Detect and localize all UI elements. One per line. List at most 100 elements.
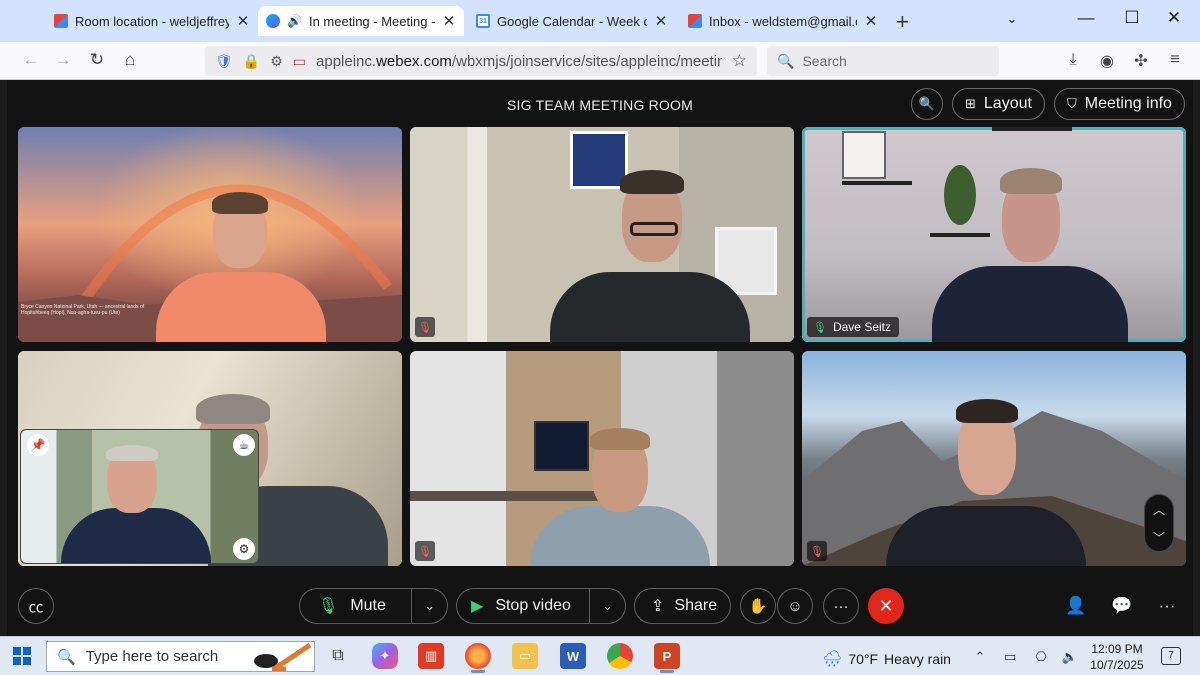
- address-bar[interactable]: 🛡 🔒 ⚙ ▭ appleinc.webex.com/wbxmjs/joinse…: [205, 46, 757, 76]
- pin-icon[interactable]: 📌: [27, 434, 49, 456]
- speaker-icon[interactable]: 🔊: [287, 14, 302, 28]
- meeting-info-button[interactable]: ⛉ Meeting info: [1054, 88, 1185, 120]
- share-button[interactable]: ⇪ Share: [634, 588, 731, 624]
- minimize-icon[interactable]: —: [1074, 8, 1098, 28]
- chevron-down-icon[interactable]: ⌄: [589, 589, 625, 623]
- captions-button[interactable]: ㏄: [18, 588, 54, 624]
- volume-icon[interactable]: 🔈: [1060, 649, 1080, 665]
- stop-video-button[interactable]: ▶ Stop video: [457, 589, 589, 623]
- battery-icon[interactable]: ▭: [1000, 649, 1020, 665]
- close-tab-icon[interactable]: ✕: [236, 12, 250, 30]
- tab-inbox[interactable]: Inbox - weldstem@gmail.com - ✕: [680, 6, 886, 36]
- weather-desc: Heavy rain: [884, 651, 951, 667]
- menu-icon[interactable]: ≡: [1164, 51, 1186, 69]
- maximize-icon[interactable]: ☐: [1120, 8, 1144, 28]
- permissions-icon[interactable]: ⚙: [270, 53, 283, 70]
- clock-time: 12:09 PM: [1091, 642, 1143, 656]
- tab-webex-meeting[interactable]: 🔊 In meeting - Meeting - Webe ✕: [258, 6, 464, 36]
- taskbar-search-input[interactable]: 🔍 Type here to search: [46, 641, 315, 672]
- tab-list-chevron-icon[interactable]: ⌄: [1000, 11, 1024, 27]
- magnifier-icon: 🔍: [918, 96, 936, 111]
- close-tab-icon[interactable]: ✕: [654, 12, 668, 30]
- chat-icon[interactable]: 💬: [1110, 596, 1134, 616]
- camera-sharing-icon[interactable]: ▭: [293, 53, 306, 70]
- tab-google-calendar[interactable]: 31 Google Calendar - Week of Oct ✕: [468, 6, 676, 36]
- closed-captions-icon: ㏄: [28, 598, 44, 616]
- shield-icon[interactable]: 🛡: [215, 53, 233, 70]
- windows-start-icon[interactable]: [13, 647, 31, 665]
- mute-label: Mute: [350, 597, 386, 614]
- chevron-down-icon[interactable]: ⌄: [411, 589, 447, 623]
- more-options-button[interactable]: ···: [823, 588, 859, 624]
- shelf: [992, 127, 1072, 131]
- back-icon[interactable]: ←: [20, 50, 42, 70]
- shelf: [842, 181, 912, 185]
- more-dots-icon: ···: [833, 597, 849, 615]
- participants-icon[interactable]: 👤: [1064, 596, 1088, 616]
- show-hidden-icons-icon[interactable]: ⌃: [970, 649, 990, 665]
- reactions-button[interactable]: ☺: [777, 588, 813, 624]
- close-window-icon[interactable]: ✕: [1162, 8, 1186, 28]
- extensions-icon[interactable]: ✣: [1130, 51, 1152, 71]
- close-tab-icon[interactable]: ✕: [442, 12, 456, 30]
- video-tile-6[interactable]: 🎙: [802, 351, 1186, 566]
- wall-frame: [842, 131, 886, 179]
- raise-hand-button[interactable]: ✋: [740, 588, 776, 624]
- notification-center-icon[interactable]: 7: [1161, 647, 1181, 665]
- weather-widget[interactable]: 🌧 70°F Heavy rain: [822, 649, 951, 669]
- search-icon: 🔍: [57, 648, 76, 666]
- new-tab-icon[interactable]: +: [896, 9, 909, 35]
- home-icon[interactable]: ⌂: [119, 50, 141, 70]
- url-path: /wbxmjs/joinservice/sites/appleinc/meeti…: [451, 52, 722, 70]
- layout-button[interactable]: ⊞ Layout: [952, 88, 1045, 120]
- tab-title: Inbox - weldstem@gmail.com -: [709, 13, 857, 29]
- lock-icon[interactable]: 🔒: [243, 53, 260, 70]
- chrome-icon[interactable]: [607, 643, 633, 669]
- word-icon[interactable]: W: [560, 643, 586, 669]
- downloads-icon[interactable]: ⤓: [1062, 51, 1084, 69]
- chevron-up-icon[interactable]: ︿: [1153, 501, 1165, 518]
- video-tile-5[interactable]: 🎙: [410, 351, 794, 566]
- video-tile-active-speaker[interactable]: 🎙 Dave Seitz: [802, 127, 1186, 342]
- active-mic-icon: 🎙: [813, 321, 827, 334]
- chevron-down-icon[interactable]: ﹀: [1153, 529, 1165, 546]
- settings-gear-icon[interactable]: ⚙: [233, 538, 255, 560]
- network-icon[interactable]: ⎔: [1031, 649, 1051, 665]
- browser-tab-bar: Room location - weldjeffrey@gm ✕ 🔊 In me…: [0, 0, 1200, 42]
- firefox-icon[interactable]: [465, 643, 491, 673]
- copilot-icon[interactable]: ✦: [372, 643, 398, 669]
- windows-taskbar: 🔍 Type here to search ⧉ ✦ ▥ ▭ W P 🌧 70°F…: [0, 636, 1200, 675]
- gallery-scroll-control[interactable]: ︿ ﹀: [1144, 494, 1174, 552]
- close-tab-icon[interactable]: ✕: [864, 12, 878, 30]
- effects-icon[interactable]: ☕: [233, 434, 255, 456]
- mute-control[interactable]: 🎙 Mute ⌄: [299, 588, 448, 624]
- powerpoint-icon[interactable]: P: [654, 643, 680, 673]
- account-icon[interactable]: ◉: [1096, 51, 1118, 71]
- bookmark-star-icon[interactable]: ☆: [732, 51, 747, 71]
- share-label: Share: [674, 597, 718, 614]
- zoom-button[interactable]: 🔍: [911, 88, 943, 120]
- file-explorer-icon[interactable]: ▭: [512, 643, 538, 669]
- app-red-icon[interactable]: ▥: [418, 643, 444, 669]
- tab-title: Room location - weldjeffrey@gm: [75, 13, 229, 29]
- webex-meeting-area: SIG TEAM MEETING ROOM 🔍 ⊞ Layout ⛉ Meeti…: [7, 80, 1193, 636]
- video-control[interactable]: ▶ Stop video ⌄: [456, 588, 626, 624]
- video-tile-2[interactable]: 🎙: [410, 127, 794, 342]
- tab-title: Google Calendar - Week of Oct: [497, 13, 647, 29]
- self-view[interactable]: 📌 ☕ ⚙: [20, 429, 259, 564]
- more-dots-icon[interactable]: ···: [1155, 596, 1179, 616]
- video-tile-1[interactable]: Bryce Canyon National Park, Utah — ances…: [18, 127, 402, 342]
- task-view-icon[interactable]: ⧉: [325, 643, 351, 669]
- tab-title: In meeting - Meeting - Webe: [308, 13, 435, 29]
- tab-room-location[interactable]: Room location - weldjeffrey@gm ✕: [46, 6, 258, 36]
- background-caption: Bryce Canyon National Park, Utah — ances…: [21, 304, 145, 316]
- share-screen-icon: ⇪: [651, 598, 665, 615]
- search-input[interactable]: 🔍 Search: [767, 46, 999, 76]
- speaker-name: Dave Seitz: [832, 320, 891, 334]
- reload-icon[interactable]: ↻: [86, 50, 108, 70]
- mute-button[interactable]: 🎙 Mute: [300, 589, 411, 623]
- system-clock[interactable]: 12:09 PM 10/7/2025: [1084, 641, 1150, 673]
- end-call-button[interactable]: ✕: [868, 588, 904, 624]
- forward-icon[interactable]: →: [52, 50, 74, 70]
- url-text[interactable]: appleinc.webex.com/wbxmjs/joinservice/si…: [316, 53, 722, 70]
